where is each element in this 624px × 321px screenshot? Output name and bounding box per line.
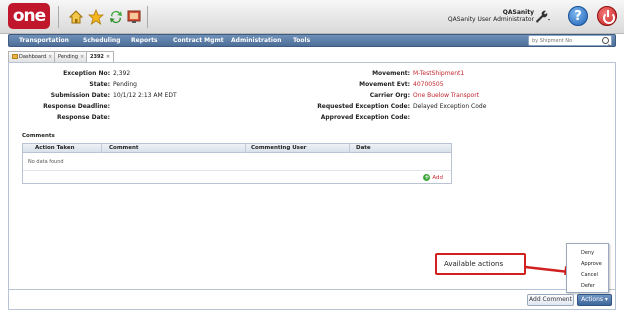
exception-no-value: 2,392	[113, 70, 131, 77]
nav-administration[interactable]: Administration	[231, 35, 281, 47]
annotation-callout: Available actions	[435, 253, 526, 275]
app-header: one QASanity QASanity User Administrator…	[0, 0, 624, 34]
tab-pending[interactable]: Pending ×	[54, 51, 89, 62]
approved-exception-code-label: Approved Exception Code:	[320, 114, 410, 121]
menu-item-deny[interactable]: Deny	[581, 250, 594, 256]
wrench-icon[interactable]	[533, 8, 551, 28]
add-comment-link[interactable]: + Add	[423, 174, 443, 181]
favorites-star-icon[interactable]	[87, 8, 104, 25]
shipment-search	[528, 35, 612, 46]
movement-link[interactable]: M-TestShipment1	[413, 70, 464, 77]
add-comment-button[interactable]: Add Comment	[527, 294, 574, 306]
submission-date-label: Submission Date:	[50, 92, 110, 99]
tab-label: 2392	[90, 54, 104, 60]
nav-scheduling[interactable]: Scheduling	[83, 35, 120, 47]
col-action-taken[interactable]: Action Taken	[35, 144, 75, 153]
movement-evt-label: Movement Evt:	[359, 81, 410, 88]
state-label: State:	[89, 81, 110, 88]
chevron-down-icon: ▾	[603, 296, 608, 303]
actions-menu: Deny Approve Cancel Defer	[566, 243, 609, 293]
actions-label: Actions	[581, 296, 603, 303]
power-icon[interactable]	[597, 6, 617, 26]
tab-label: Pending	[58, 54, 78, 60]
header-divider	[147, 6, 148, 28]
nav-reports[interactable]: Reports	[131, 35, 158, 47]
col-date[interactable]: Date	[356, 144, 371, 153]
user-role: QASanity User Administrator	[447, 16, 534, 23]
menu-item-approve[interactable]: Approve	[581, 261, 602, 267]
tab-dashboard[interactable]: Dashboard ×	[8, 51, 57, 62]
carrier-org-label: Carrier Org:	[369, 92, 410, 99]
screen-icon[interactable]	[125, 8, 142, 25]
add-label: Add	[432, 174, 443, 181]
footer-divider	[8, 289, 616, 290]
empty-message: No data found	[28, 159, 64, 165]
header-divider	[58, 6, 59, 28]
column-divider	[245, 144, 246, 153]
main-nav: Transportation Scheduling Reports Contra…	[8, 34, 616, 47]
requested-exception-code-label: Requested Exception Code:	[317, 103, 410, 110]
tab-2392[interactable]: 2392 ×	[86, 51, 115, 62]
menu-item-cancel[interactable]: Cancel	[581, 272, 598, 278]
tab-label: Dashboard	[19, 54, 47, 60]
carrier-org-link[interactable]: One Buelow Transport	[413, 92, 479, 99]
response-deadline-label: Response Deadline:	[43, 103, 110, 110]
one-logo[interactable]: one	[8, 3, 50, 29]
actions-button[interactable]: Actions ▾	[577, 294, 612, 306]
column-divider	[349, 144, 350, 153]
grid-footer: + Add	[23, 170, 451, 184]
submission-date-value: 10/1/12 2:13 AM EDT	[113, 92, 177, 99]
exception-no-label: Exception No:	[63, 70, 110, 77]
requested-exception-code-value: Delayed Exception Code	[413, 103, 487, 110]
response-date-label: Response Date:	[56, 114, 110, 121]
state-value: Pending	[113, 81, 137, 88]
movement-evt-link[interactable]: 40700505	[413, 81, 444, 88]
nav-tools[interactable]: Tools	[293, 35, 310, 47]
home-icon[interactable]	[67, 8, 84, 25]
user-name: QASanity	[502, 9, 534, 16]
home-icon	[12, 54, 18, 59]
grid-header: Action Taken Comment Commenting User Dat…	[23, 144, 451, 153]
add-icon: +	[423, 174, 431, 181]
refresh-icon[interactable]	[107, 8, 124, 25]
nav-contract-mgmt[interactable]: Contract Mgmt	[173, 35, 224, 47]
movement-label: Movement:	[372, 70, 410, 77]
help-icon[interactable]: ?	[568, 6, 588, 26]
search-input[interactable]	[532, 36, 598, 45]
comments-title: Comments	[22, 133, 55, 139]
col-comment[interactable]: Comment	[109, 144, 139, 153]
user-info: QASanity QASanity User Administrator	[448, 9, 534, 23]
comments-grid: Action Taken Comment Commenting User Dat…	[22, 143, 452, 184]
nav-transportation[interactable]: Transportation	[19, 35, 69, 47]
col-commenting-user[interactable]: Commenting User	[251, 144, 306, 153]
search-icon[interactable]	[602, 37, 609, 44]
close-icon[interactable]: ×	[80, 54, 84, 60]
close-icon[interactable]: ×	[106, 54, 110, 60]
menu-item-defer[interactable]: Defer	[581, 283, 595, 289]
column-divider	[101, 144, 102, 153]
close-icon[interactable]: ×	[48, 54, 52, 60]
